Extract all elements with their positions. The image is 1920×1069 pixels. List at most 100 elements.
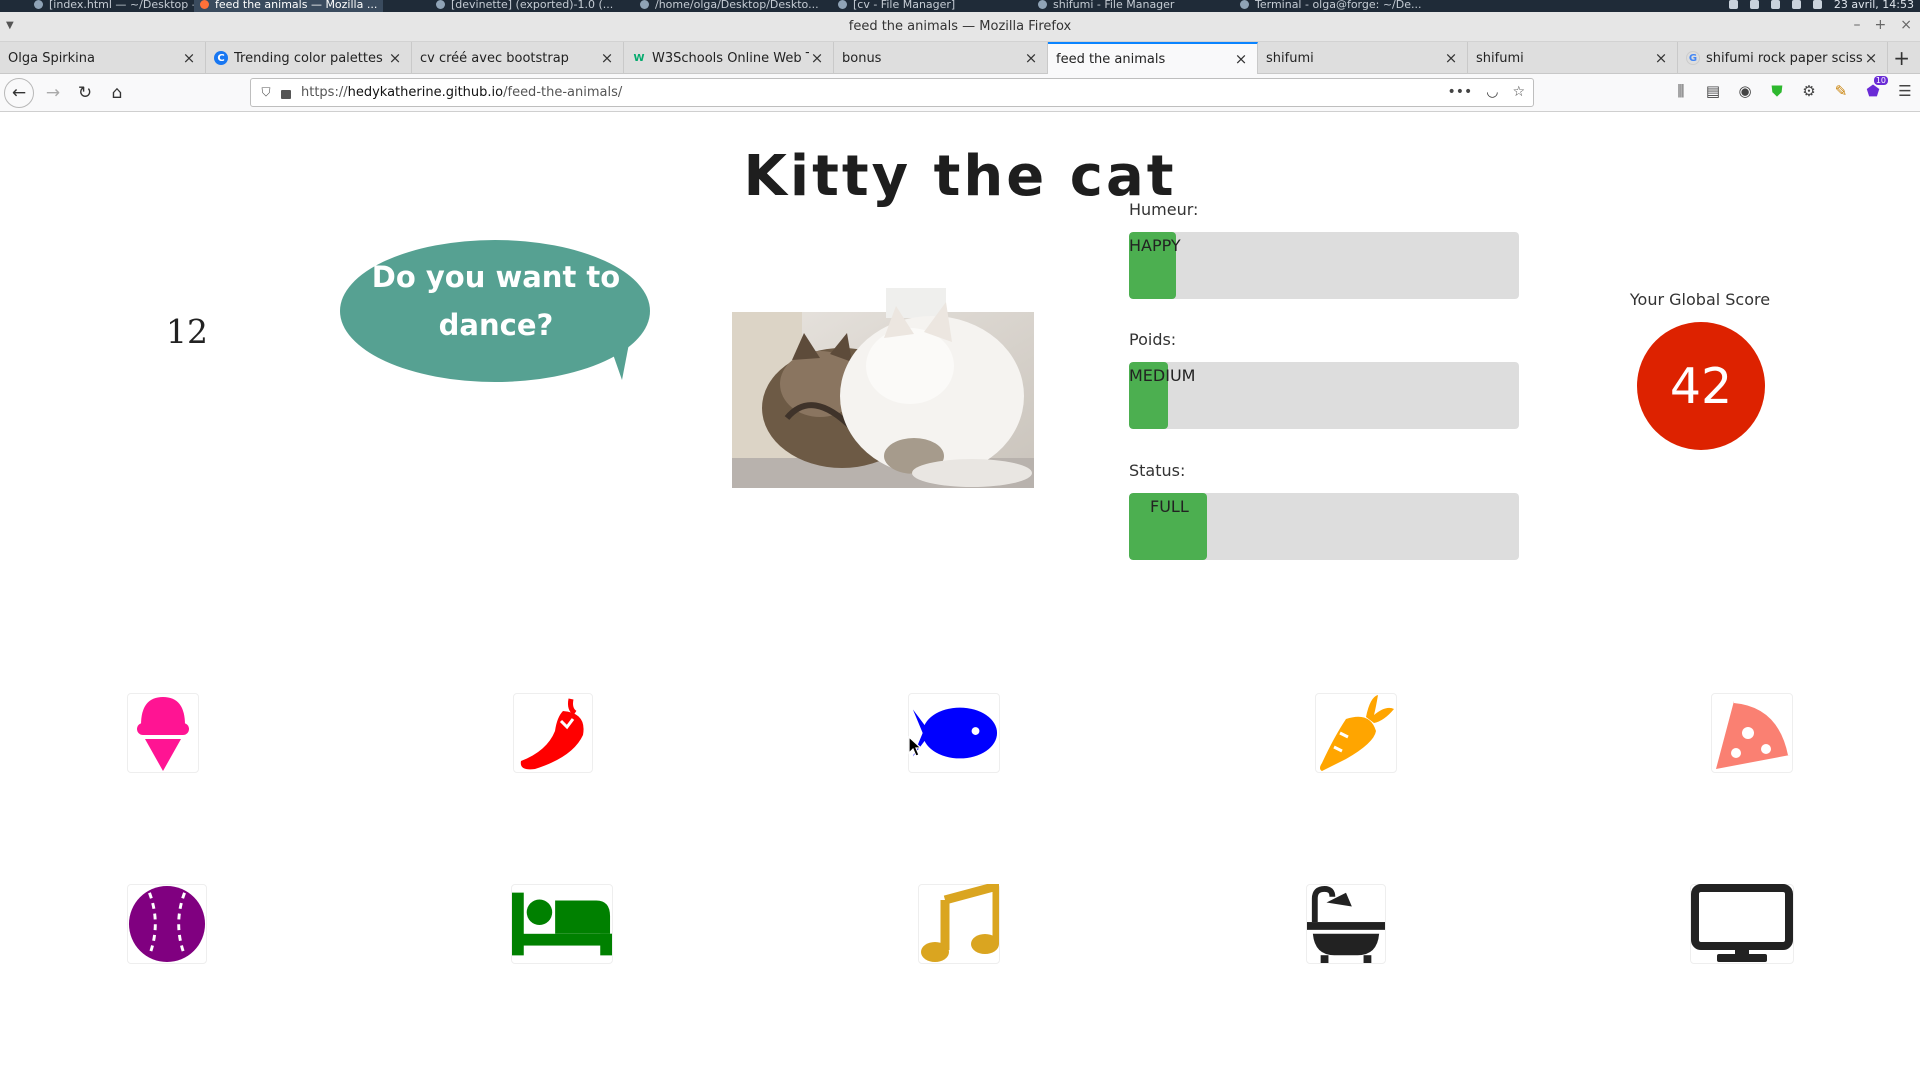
back-icon[interactable]: ← [4, 78, 34, 108]
close-tab-icon[interactable]: × [181, 49, 197, 67]
bookmark-star-icon[interactable]: ☆ [1512, 84, 1525, 100]
tab-label: bonus [842, 50, 882, 66]
maximize-icon[interactable]: + [1875, 17, 1887, 33]
clock[interactable]: 23 avril, 14:53 [1834, 0, 1914, 11]
notification-icon[interactable] [1770, 0, 1780, 9]
tab-trending-palettes[interactable]: C Trending color palettes - C× [206, 42, 412, 74]
lock-icon[interactable] [281, 90, 291, 99]
tab-label: cv créé avec bootstrap [420, 50, 569, 66]
bluetooth-icon[interactable] [1728, 0, 1738, 9]
minimize-icon[interactable]: – [1854, 17, 1861, 33]
library-icon[interactable]: ⫼ [1672, 82, 1690, 100]
folder-icon [838, 0, 847, 9]
global-score-caption: Your Global Score [1629, 290, 1771, 309]
window-titlebar: ▼ feed the animals — Mozilla Firefox – +… [0, 12, 1920, 42]
taskbar-item-label: Terminal - olga@forge: ~/De... [1255, 0, 1422, 11]
address-bar[interactable]: ⛉ https://hedykatherine.github.io/feed-t… [250, 78, 1534, 107]
account-icon[interactable]: ◉ [1736, 82, 1754, 100]
close-tab-icon[interactable]: × [1443, 49, 1459, 67]
status-bar: FULL [1129, 493, 1519, 560]
forward-icon[interactable]: → [38, 78, 68, 108]
sleep-button[interactable] [511, 884, 613, 964]
taskbar-item-label: [devinette] (exported)-1.0 (... [451, 0, 614, 11]
adblock-shield-icon[interactable]: ⛊ [1768, 82, 1786, 100]
close-tab-icon[interactable]: × [599, 49, 615, 67]
tab-label: shifumi [1266, 50, 1314, 66]
tab-shifumi-1[interactable]: shifumi × [1258, 42, 1468, 74]
taskbar-item-firefox[interactable]: feed the animals — Mozilla ... [194, 0, 384, 12]
volume-icon[interactable] [1812, 0, 1822, 9]
close-tab-icon[interactable]: × [1233, 50, 1249, 68]
terminal-icon [1240, 0, 1249, 9]
tv-icon [1691, 884, 1793, 962]
pocket-icon[interactable]: ◡ [1486, 84, 1498, 100]
taskbar-item-cv-files[interactable]: [cv - File Manager] [838, 0, 955, 12]
feed-pepper-button[interactable] [513, 693, 593, 773]
tab-label: Trending color palettes - C [234, 50, 387, 66]
tab-cv-bootstrap[interactable]: cv créé avec bootstrap × [412, 42, 624, 74]
taskbar-item-devinette[interactable]: [devinette] (exported)-1.0 (... [436, 0, 613, 12]
watch-tv-button[interactable] [1690, 884, 1794, 964]
eyedropper-icon[interactable]: ✎ [1832, 82, 1850, 100]
poids-value: MEDIUM [1129, 366, 1196, 385]
extension-icon[interactable]: ⚙ [1800, 82, 1818, 100]
feed-pizza-button[interactable] [1711, 693, 1793, 773]
url-text[interactable]: https://hedykatherine.github.io/feed-the… [301, 85, 622, 100]
taskbar-item-terminal[interactable]: Terminal - olga@forge: ~/De... [1240, 0, 1422, 12]
tab-shifumi-google[interactable]: Gshifumi rock paper scisso × [1678, 42, 1888, 74]
home-icon[interactable]: ⌂ [102, 78, 132, 108]
cat-photo [732, 288, 1034, 488]
close-tab-icon[interactable]: × [1023, 49, 1039, 67]
tab-shifumi-2[interactable]: shifumi × [1468, 42, 1678, 74]
tab-olga-spirkina[interactable]: Olga Spirkina × [0, 42, 206, 74]
close-tab-icon[interactable]: × [1863, 49, 1879, 67]
w3schools-icon: W [633, 52, 645, 64]
network-icon[interactable] [1749, 0, 1759, 9]
close-tab-icon[interactable]: × [809, 49, 825, 67]
close-window-icon[interactable]: × [1900, 17, 1912, 33]
reload-icon[interactable]: ↻ [70, 78, 100, 108]
close-tab-icon[interactable]: × [387, 49, 403, 67]
bed-icon [512, 892, 612, 956]
bath-button[interactable] [1306, 884, 1386, 964]
page-title: Kitty the cat [743, 144, 1177, 209]
feed-ice-cream-button[interactable] [127, 693, 199, 773]
window-title: feed the animals — Mozilla Firefox [848, 19, 1072, 34]
baseball-icon [128, 885, 206, 963]
feed-fish-button[interactable] [908, 693, 1000, 773]
tab-strip: Olga Spirkina × C Trending color palettes … [0, 42, 1920, 74]
taskbar-item-label: feed the animals — Mozilla ... [215, 0, 378, 11]
url-path: /feed-the-animals/ [503, 85, 623, 100]
play-music-button[interactable] [918, 884, 1000, 964]
close-tab-icon[interactable]: × [1653, 49, 1669, 67]
extension-badge-icon[interactable]: ⬟ 10 [1864, 76, 1888, 100]
global-score-badge: 42 [1637, 322, 1765, 450]
taskbar-item-desktop[interactable]: /home/olga/Desktop/Deskto... [640, 0, 819, 12]
taskbar-item-editor[interactable]: [index.html — ~/Desktop — ... [34, 0, 217, 12]
tab-bonus[interactable]: bonus × [834, 42, 1048, 74]
hamburger-menu-icon[interactable]: ☰ [1896, 82, 1914, 100]
poids-label: Poids: [1129, 330, 1177, 349]
taskbar-item-shifumi-files[interactable]: shifumi - File Manager [1038, 0, 1174, 12]
sidebar-icon[interactable]: ▤ [1704, 82, 1722, 100]
music-icon [921, 884, 999, 962]
os-taskbar: [index.html — ~/Desktop — ... feed the a… [0, 0, 1920, 12]
shield-icon[interactable] [1791, 0, 1801, 9]
folder-icon [1038, 0, 1047, 9]
page-actions-icon[interactable]: ••• [1447, 84, 1472, 100]
taskbar-item-label: [cv - File Manager] [853, 0, 956, 11]
new-tab-icon[interactable]: + [1893, 46, 1910, 70]
feed-carrot-button[interactable] [1315, 693, 1397, 773]
pizza-icon [1716, 699, 1792, 769]
play-ball-button[interactable] [127, 884, 207, 964]
tab-label: shifumi rock paper scisso [1706, 50, 1863, 66]
status-value: FULL [1150, 497, 1189, 516]
tab-label: W3Schools Online Web Tu [652, 50, 809, 66]
humeur-label: Humeur: [1129, 200, 1199, 219]
tracking-shield-icon[interactable]: ⛉ [259, 85, 273, 100]
tab-w3schools[interactable]: W W3Schools Online Web Tu × [624, 42, 834, 74]
tab-feed-the-animals[interactable]: feed the animals × [1048, 42, 1258, 74]
app-icon [34, 0, 43, 9]
carrot-icon [1320, 695, 1394, 771]
tab-label: shifumi [1476, 50, 1524, 66]
